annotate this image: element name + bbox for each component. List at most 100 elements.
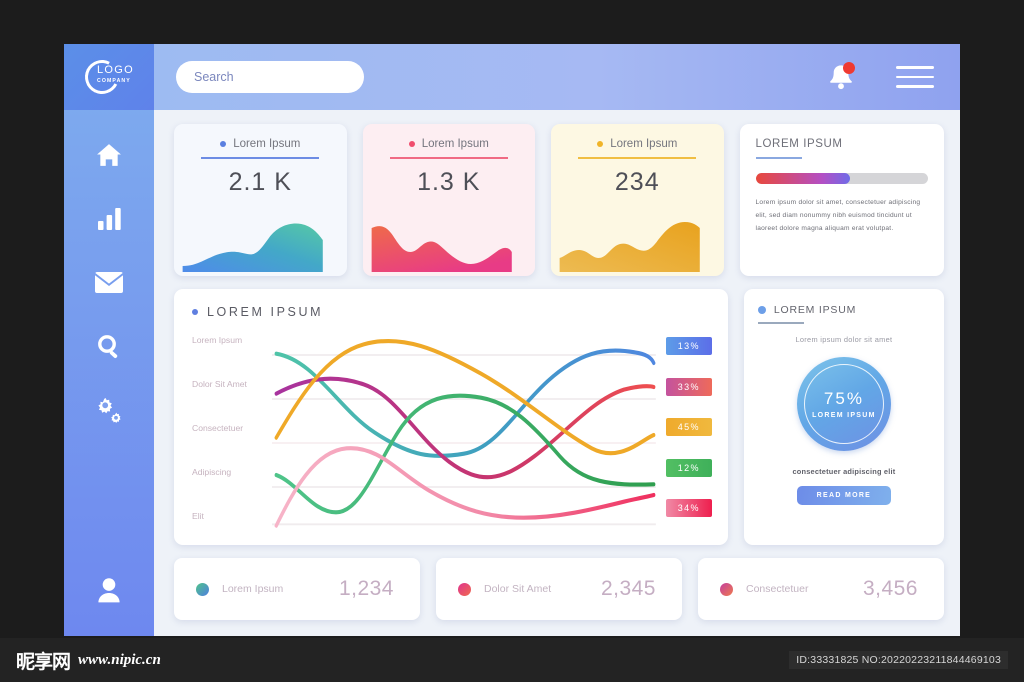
mini-card-label: Lorem Ipsum (222, 583, 284, 595)
middle-row: LOREM IPSUM Lorem Ipsum Dolor Sit Amet C… (174, 289, 944, 545)
search-icon (97, 334, 122, 364)
mini-dot-icon (720, 582, 733, 596)
bar-chart-icon (97, 207, 121, 235)
donut-percent-value: 75% (823, 389, 864, 408)
percentage-badge: 45% (665, 418, 712, 436)
chart-dot-icon (192, 309, 198, 315)
y-axis-label: Elit (192, 511, 204, 521)
dashboard-content: Lorem Ipsum 2.1 K Lorem Ipsum 1.3 K Lore… (154, 110, 960, 636)
sidebar-item-settings[interactable] (87, 396, 131, 430)
donut-card-caption: consectetuer adipiscing elit (792, 467, 896, 476)
topbar-actions (828, 62, 934, 91)
sidebar-item-search[interactable] (87, 332, 131, 366)
stat-underline (201, 157, 320, 159)
dashboard-window: LOGO COMPANY Search Lorem Ipsum 2.1 K Lo… (64, 44, 960, 636)
percentage-badge: 33% (665, 377, 712, 396)
search-input[interactable] (176, 61, 364, 93)
stat-card-value: 1.3 K (417, 167, 481, 196)
logo-name: LOGO (97, 64, 134, 76)
footer-watermark: 昵享网 www.nipic.cn ID:33331825 NO:20220223… (0, 638, 1024, 682)
line-chart-card: LOREM IPSUM Lorem Ipsum Dolor Sit Amet C… (174, 289, 728, 545)
stat-card-value: 234 (614, 167, 660, 196)
main-column: Lorem Ipsum 2.1 K (154, 44, 960, 636)
donut-card-subtitle: Lorem ipsum dolor sit amet (795, 335, 893, 344)
donut-underline (757, 322, 804, 324)
stat-dot-icon (220, 141, 227, 147)
home-icon (96, 143, 122, 172)
mini-stat-card[interactable]: Consectetuer 3,456 (698, 558, 944, 620)
stat-card-label: Lorem Ipsum (233, 138, 301, 150)
stat-underline (389, 157, 508, 159)
logo-subtitle: COMPANY (97, 78, 131, 84)
stat-underline (578, 157, 697, 159)
y-axis-label: Lorem Ipsum (192, 335, 243, 345)
logo-text: LOGO COMPANY (97, 65, 134, 84)
sparkline-chart (559, 222, 700, 272)
chart-plot-area (272, 331, 656, 531)
notification-badge (843, 62, 855, 74)
mini-dot-icon (196, 582, 209, 596)
bell-icon (828, 65, 854, 95)
mini-card-label: Consectetuer (746, 583, 809, 595)
donut-card-title: LOREM IPSUM (773, 304, 857, 316)
watermark-brand: 昵享网 (16, 650, 71, 673)
settings-gears-icon (96, 397, 123, 429)
y-axis-label: Consectetuer (192, 423, 244, 433)
mini-stat-card[interactable]: Lorem Ipsum 1,234 (174, 558, 420, 620)
mini-stat-card[interactable]: Dolor Sit Amet 2,345 (436, 558, 682, 620)
donut-dot-icon (757, 306, 766, 314)
donut-card-header: LOREM IPSUM (757, 304, 930, 324)
donut-percent-label: LOREM IPSUM (812, 412, 876, 419)
envelope-icon (95, 272, 123, 298)
donut-card: LOREM IPSUM Lorem ipsum dolor sit amet 7… (743, 289, 944, 545)
progress-bar (755, 173, 928, 184)
mini-card-value: 1,234 (338, 577, 394, 600)
user-icon (94, 576, 124, 611)
watermark-id: ID:33331825 NO:20220223211844469103 (789, 651, 1008, 669)
notifications-button[interactable] (828, 62, 855, 91)
stat-card[interactable]: Lorem Ipsum 2.1 K (174, 124, 347, 276)
mini-cards-row: Lorem Ipsum 1,234 Dolor Sit Amet 2,345 C… (174, 558, 944, 620)
stat-card-label: Lorem Ipsum (610, 138, 678, 150)
stat-card[interactable]: Lorem Ipsum 234 (551, 124, 724, 276)
sidebar-item-messages[interactable] (87, 268, 131, 302)
y-axis-label: Adipiscing (192, 467, 232, 477)
sidebar-item-analytics[interactable] (87, 204, 131, 238)
stat-dot-icon (408, 141, 415, 147)
sparkline-chart (371, 226, 512, 272)
mini-card-value: 2,345 (600, 577, 656, 600)
sparkline-chart (182, 223, 323, 272)
logo[interactable]: LOGO COMPANY (64, 44, 154, 110)
chart-title: LOREM IPSUM (207, 305, 324, 319)
read-more-button[interactable]: READ MORE (796, 486, 891, 505)
sidebar-item-home[interactable] (87, 140, 131, 174)
donut-progress-circle: 75% LOREM IPSUM (796, 357, 891, 451)
chart-y-axis-labels: Lorem Ipsum Dolor Sit Amet Consectetuer … (192, 331, 272, 531)
mini-card-label: Dolor Sit Amet (484, 583, 552, 595)
sidebar-nav (64, 140, 154, 430)
stat-card[interactable]: Lorem Ipsum 1.3 K (362, 124, 536, 276)
stat-card-header: Lorem Ipsum (174, 124, 347, 159)
sidebar-item-profile[interactable] (87, 576, 131, 610)
info-card[interactable]: LOREM IPSUM Lorem ipsum dolor sit amet, … (739, 124, 944, 276)
stat-card-value: 2.1 K (228, 167, 292, 196)
stat-card-header: Lorem Ipsum (551, 124, 724, 159)
stat-cards-row: Lorem Ipsum 2.1 K Lorem Ipsum 1.3 K Lore… (174, 124, 944, 276)
percentage-badge: 12% (665, 458, 712, 477)
hamburger-menu-icon[interactable] (896, 66, 934, 88)
stat-dot-icon (597, 141, 604, 147)
chart-body: Lorem Ipsum Dolor Sit Amet Consectetuer … (192, 331, 712, 531)
topbar (154, 44, 960, 110)
progress-bar-fill (755, 173, 851, 184)
logo-mark: LOGO COMPANY (80, 55, 137, 99)
percentage-badge: 34% (665, 499, 712, 517)
mini-card-value: 3,456 (862, 577, 918, 600)
percentage-badge: 13% (665, 337, 712, 355)
info-card-title: LOREM IPSUM (755, 138, 843, 150)
info-underline (755, 157, 802, 159)
stat-card-header: Lorem Ipsum (363, 124, 536, 159)
chart-header: LOREM IPSUM (192, 305, 712, 319)
chart-percentage-badges: 13% 33% 45% 12% 34% (656, 331, 712, 531)
y-axis-label: Dolor Sit Amet (192, 379, 247, 389)
stat-card-label: Lorem Ipsum (421, 138, 489, 150)
